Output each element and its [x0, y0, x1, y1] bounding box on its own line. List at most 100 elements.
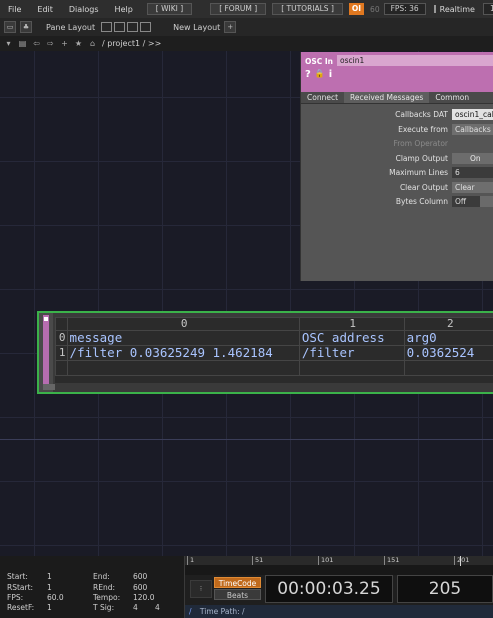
network-path[interactable]: / project1 / >> [102, 39, 161, 48]
palette-icon[interactable]: ♣ [20, 21, 32, 33]
fps-display: FPS: 36 [383, 3, 426, 15]
screen-icon[interactable]: ▭ [4, 21, 16, 33]
ruler-tick: 101 [318, 556, 333, 565]
playhead[interactable] [460, 556, 461, 566]
start-value[interactable]: 1 [47, 572, 52, 581]
forum-button[interactable]: [ FORUM ] [210, 3, 267, 15]
home-icon[interactable]: ⌂ [87, 38, 98, 49]
parameter-panel: OSC In oscin1 ? 🔒 i Connect Received Mes… [300, 52, 493, 281]
rstart-value[interactable]: 1 [47, 583, 52, 592]
end-label: End: [93, 572, 110, 581]
ruler-tick: 51 [252, 556, 263, 565]
bookmark-star-icon[interactable]: ★ [73, 38, 84, 49]
add-icon[interactable]: + [59, 38, 70, 49]
table-cell: /filter 0.03625249 1.462184 [66, 345, 300, 361]
bytes-column-toggle[interactable]: Off [452, 196, 493, 207]
rend-label: REnd: [93, 583, 115, 592]
rstart-label: RStart: [7, 583, 34, 592]
realtime-label: Realtime [439, 4, 475, 14]
menu-dialogs[interactable]: Dialogs [61, 5, 107, 14]
layout-split-vertical-icon[interactable] [114, 22, 126, 32]
table-cell: 0.0362524 [403, 345, 493, 361]
table-cell [403, 360, 493, 376]
wiki-button[interactable]: [ WIKI ] [146, 3, 193, 15]
beats-button[interactable]: Beats [214, 589, 261, 600]
param-bytes-column: Bytes Column Off [301, 195, 493, 210]
column-header-row: 0 1 2 [55, 317, 493, 331]
timecode-button[interactable]: TimeCode [214, 577, 261, 588]
tab-common[interactable]: Common [429, 92, 475, 103]
maximum-lines-field[interactable]: 6 [452, 167, 493, 178]
row-index: 1 [55, 345, 68, 361]
menu-file[interactable]: File [0, 5, 29, 14]
tab-connect[interactable]: Connect [301, 92, 344, 103]
table-cell [298, 360, 405, 376]
table-cell: message [66, 330, 300, 346]
pane-menu-icon[interactable]: ▾ [3, 38, 14, 49]
execute-from-dropdown[interactable]: Callbacks [452, 123, 493, 135]
pane-layout-options [101, 22, 152, 32]
menu-help[interactable]: Help [107, 5, 141, 14]
tab-received-messages[interactable]: Received Messages [344, 92, 430, 103]
operator-name-field[interactable]: oscin1 [337, 55, 493, 66]
callbacks-dat-field[interactable]: oscin1_callbacks [452, 109, 493, 120]
ruler-tick: 201 [454, 556, 469, 565]
tsig-numerator[interactable]: 4 [133, 603, 138, 612]
node-bottom-tag [43, 384, 55, 390]
timecode-display[interactable]: 00:00:03.25 [265, 575, 393, 603]
param-label: Clamp Output [395, 153, 448, 163]
back-icon[interactable]: ⇦ [31, 38, 42, 49]
clear-output-button[interactable]: Clear [452, 181, 493, 193]
tempo-label: Tempo: [93, 593, 121, 602]
ruler-tick: 1 [187, 556, 194, 565]
parameter-icons: ? 🔒 i [305, 69, 332, 80]
node-flag-icon[interactable] [44, 317, 48, 321]
timeline-options-icon[interactable]: ⁝ [190, 580, 212, 598]
column-header: 2 [403, 317, 493, 331]
node-viewer[interactable]: 0 1 2 0 message OSC address arg0 1 /filt… [55, 317, 493, 383]
network-divider [0, 439, 493, 440]
parameter-tabs: Connect Received Messages Common [301, 92, 493, 104]
oscin-dat-node[interactable]: 0 1 2 0 message OSC address arg0 1 /filt… [37, 311, 493, 394]
param-label: Clear Output [399, 182, 448, 192]
table-row: 1 /filter 0.03625249 1.462184 /filter 0.… [55, 345, 493, 361]
touchdesigner-window: File Edit Dialogs Help [ WIKI ] [ FORUM … [0, 0, 493, 618]
param-label: From Operator [393, 139, 448, 148]
clamp-output-toggle[interactable]: On [452, 152, 493, 164]
table-cell: OSC address [298, 330, 405, 346]
menu-edit[interactable]: Edit [29, 5, 61, 14]
table-cell: arg0 [403, 330, 493, 346]
tsig-denominator[interactable]: 4 [155, 603, 160, 612]
ruler-tick: 151 [384, 556, 399, 565]
layout-single-icon[interactable] [101, 22, 113, 32]
dat-table: 0 1 2 0 message OSC address arg0 1 /filt… [55, 317, 493, 376]
frame-display[interactable]: 205 [397, 575, 493, 603]
timeline-ruler[interactable]: 1 51 101 151 201 [185, 556, 493, 565]
resetf-value[interactable]: 1 [47, 603, 52, 612]
tutorials-button[interactable]: [ TUTORIALS ] [272, 3, 343, 15]
timeline-track[interactable] [185, 565, 493, 575]
param-from-operator: From Operator [301, 137, 493, 152]
layout-quad-icon[interactable] [140, 22, 152, 32]
fps-value[interactable]: 60.0 [47, 593, 64, 602]
tempo-value[interactable]: 120.0 [133, 593, 154, 602]
rend-value[interactable]: 600 [133, 583, 147, 592]
tsig-label: T Sig: [93, 603, 115, 612]
layout-split-horizontal-icon[interactable] [127, 22, 139, 32]
table-row: 0 message OSC address arg0 [55, 330, 493, 346]
op-badge[interactable]: OI [348, 3, 365, 15]
column-header: 1 [298, 317, 405, 331]
help-icon[interactable]: ? [305, 69, 311, 80]
add-layout-button[interactable]: + [224, 21, 237, 33]
time-path-label: Time Path: / [199, 607, 245, 616]
new-layout-label: New Layout [173, 22, 221, 32]
param-callbacks-dat: Callbacks DAT oscin1_callbacks [301, 108, 493, 123]
end-value[interactable]: 600 [133, 572, 147, 581]
param-label: Bytes Column [395, 197, 448, 206]
lock-icon[interactable]: 🔒 [315, 69, 325, 80]
info-icon[interactable]: i [329, 69, 332, 80]
param-maximum-lines: Maximum Lines 6 [301, 166, 493, 181]
panel-icon[interactable]: ▤ [17, 38, 28, 49]
forward-icon[interactable]: ⇨ [45, 38, 56, 49]
node-side-bar [39, 313, 53, 392]
